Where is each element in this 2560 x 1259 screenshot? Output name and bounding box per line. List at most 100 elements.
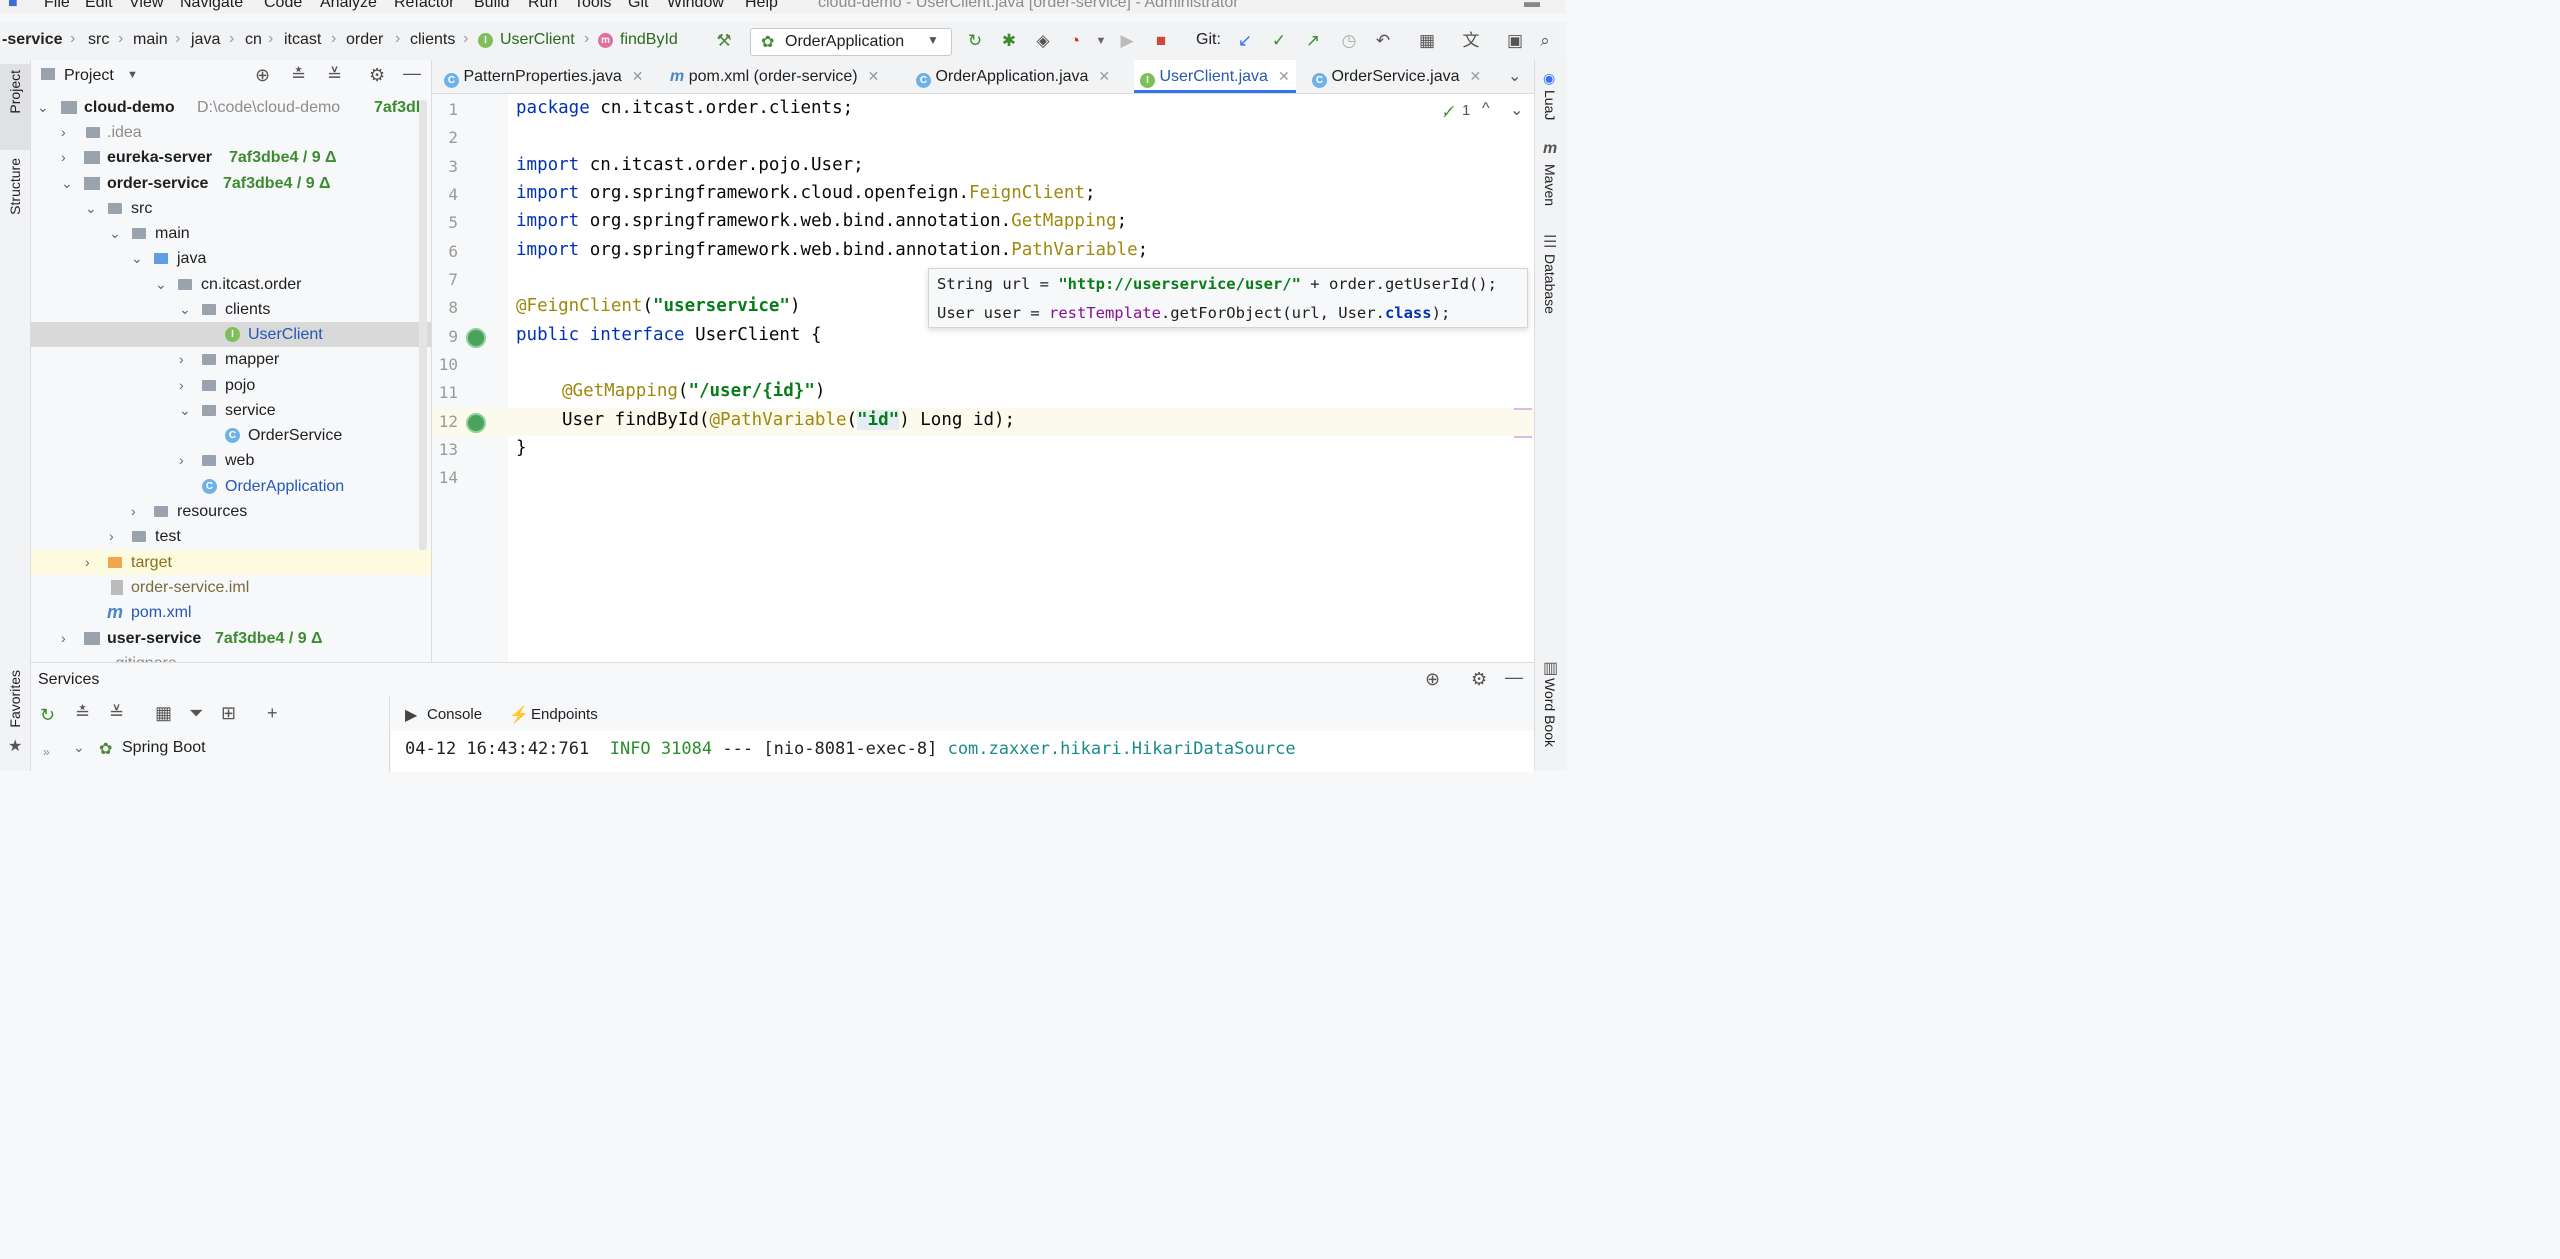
services-tree-spring-boot[interactable]: Spring Boot (122, 739, 206, 757)
chevron-right-icon[interactable]: › (61, 626, 75, 651)
hide-panel-icon[interactable]: — (403, 63, 421, 84)
chevron-right-icon[interactable]: › (85, 550, 99, 575)
menu-git[interactable]: Git (628, 0, 648, 12)
next-highlight-icon[interactable]: ⌄ (1510, 100, 1523, 120)
git-commit-icon[interactable]: ✓ (1268, 30, 1290, 52)
collapse-all-icon[interactable]: ≚ (327, 65, 342, 86)
chevron-down-icon[interactable]: ⌄ (155, 272, 169, 297)
add-service-icon[interactable]: + (267, 703, 278, 724)
breadcrumb-main[interactable]: main (133, 31, 168, 49)
feign-client-gutter-icon[interactable] (466, 328, 486, 348)
chevron-right-icon[interactable]: › (179, 448, 193, 473)
menu-window[interactable]: Window (667, 0, 724, 12)
menu-code[interactable]: Code (264, 0, 302, 12)
coverage-icon[interactable]: ◈ (1032, 30, 1054, 52)
database-tool-label[interactable]: Database (1542, 254, 1558, 314)
vertical-scrollbar[interactable] (419, 100, 427, 550)
new-tab-icon[interactable]: ⊞ (221, 703, 236, 724)
tree-item-order-service[interactable]: ⌄ order-service 7af3dbe4 / 9 Δ (31, 171, 431, 196)
chevron-down-icon[interactable]: ⌄ (179, 398, 193, 423)
debug-icon[interactable]: ✱ (998, 30, 1020, 52)
chevron-down-icon[interactable]: ⌄ (73, 739, 85, 756)
tree-item-resources[interactable]: › resources (31, 499, 431, 524)
rollback-icon[interactable]: ↶ (1372, 30, 1394, 52)
git-push-icon[interactable]: ↗ (1302, 30, 1324, 52)
chevron-down-icon[interactable]: ⌄ (179, 297, 193, 322)
chevron-down-icon[interactable]: ⌄ (61, 171, 75, 196)
tab-list-chevron-icon[interactable]: ⌄ (1508, 66, 1521, 86)
rerun-icon[interactable]: ↻ (40, 705, 55, 726)
chevron-down-icon[interactable]: ⌄ (109, 221, 123, 246)
menu-navigate[interactable]: Navigate (180, 0, 243, 12)
tab-user-client[interactable]: I UserClient.java ✕ (1134, 60, 1296, 93)
project-panel-title[interactable]: Project (64, 67, 114, 85)
menu-file[interactable]: File (44, 0, 70, 12)
chevron-down-icon[interactable]: ▼ (127, 69, 138, 81)
close-icon[interactable]: ✕ (632, 68, 644, 84)
close-icon[interactable]: ✕ (868, 68, 880, 84)
menu-view[interactable]: View (129, 0, 163, 12)
more-icon[interactable]: » (43, 745, 50, 759)
favorites-tool-label[interactable]: Favorites (7, 670, 23, 728)
menu-build[interactable]: Build (474, 0, 510, 12)
filter-icon[interactable]: ⏷ (189, 703, 203, 724)
breadcrumb-module[interactable]: -service (2, 31, 63, 49)
chevron-right-icon[interactable]: › (179, 347, 193, 372)
maven-tool-label[interactable]: Maven (1542, 164, 1558, 206)
close-icon[interactable]: ✕ (1278, 68, 1290, 84)
code-editor[interactable]: package cn.itcast.order.clients; import … (508, 94, 1534, 662)
tree-item-orderservice[interactable]: C OrderService (31, 423, 431, 448)
breadcrumb-clients[interactable]: clients (410, 31, 455, 49)
breadcrumb-java[interactable]: java (191, 31, 220, 49)
breadcrumb-order[interactable]: order (346, 31, 383, 49)
rerun-icon[interactable]: ↻ (964, 30, 986, 52)
menu-refactor[interactable]: Refactor (394, 0, 454, 12)
tab-pattern-properties[interactable]: C PatternProperties.java ✕ (444, 60, 644, 93)
menu-analyze[interactable]: Analyze (320, 0, 377, 12)
menu-tools[interactable]: Tools (574, 0, 611, 12)
chevron-right-icon[interactable]: › (61, 120, 75, 145)
breadcrumb-itcast[interactable]: itcast (284, 31, 321, 49)
tree-item-pom[interactable]: m pom.xml (31, 600, 431, 625)
tree-item-target[interactable]: › target (31, 550, 431, 575)
menu-run[interactable]: Run (528, 0, 557, 12)
locate-file-icon[interactable]: ⊕ (255, 65, 270, 86)
expand-all-icon[interactable]: ≛ (291, 65, 306, 86)
tree-item-gitignore[interactable]: .gitignore (31, 651, 431, 662)
menu-help[interactable]: Help (745, 0, 778, 12)
tree-item-userclient[interactable]: I UserClient (31, 322, 431, 347)
tree-item-iml[interactable]: order-service.iml (31, 575, 431, 600)
tree-item-pojo[interactable]: › pojo (31, 373, 431, 398)
breadcrumb-src[interactable]: src (88, 31, 109, 49)
tree-item-cloud-demo[interactable]: ⌄ cloud-demo D:\code\cloud-demo 7af3db (31, 95, 431, 120)
tab-console[interactable]: Console (427, 706, 482, 723)
tree-item-java[interactable]: ⌄ java (31, 246, 431, 271)
chevron-down-icon[interactable]: ⌄ (85, 196, 99, 221)
collapse-all-icon[interactable]: ≚ (109, 703, 124, 724)
search-icon[interactable]: ⌕ (1534, 30, 1556, 52)
tree-item-orderapplication[interactable]: C OrderApplication (31, 474, 431, 499)
history-icon[interactable]: ◷ (1338, 30, 1360, 52)
git-update-icon[interactable]: ↙ (1234, 30, 1256, 52)
profile-icon[interactable]: ◔ (1064, 30, 1086, 52)
chevron-right-icon[interactable]: › (131, 499, 145, 524)
tree-item-clients[interactable]: ⌄ clients (31, 297, 431, 322)
tab-pom[interactable]: m pom.xml (order-service) ✕ (670, 60, 879, 93)
project-tool-button[interactable]: Project (0, 64, 30, 150)
project-structure-icon[interactable]: ▦ (1416, 30, 1438, 52)
build-hammer-icon[interactable]: ⚒ (713, 30, 735, 52)
close-icon[interactable]: ✕ (1098, 68, 1110, 84)
presentation-icon[interactable]: ▣ (1504, 30, 1526, 52)
profile-dropdown-icon[interactable]: ▼ (1090, 30, 1112, 52)
chevron-down-icon[interactable]: ⌄ (37, 95, 51, 120)
tree-item-src[interactable]: ⌄ src (31, 196, 431, 221)
structure-tool-label[interactable]: Structure (7, 158, 23, 215)
menu-edit[interactable]: Edit (85, 0, 113, 12)
tree-item-eureka-server[interactable]: › eureka-server 7af3dbe4 / 9 Δ (31, 145, 431, 170)
luaj-tool-label[interactable]: LuaJ (1542, 90, 1558, 120)
group-by-icon[interactable]: ▦ (155, 703, 172, 724)
breadcrumb-cn[interactable]: cn (245, 31, 262, 49)
stop-icon[interactable]: ■ (1150, 30, 1172, 52)
minimize-icon[interactable]: ▬ (1524, 0, 1540, 12)
hide-panel-icon[interactable]: — (1505, 667, 1523, 688)
